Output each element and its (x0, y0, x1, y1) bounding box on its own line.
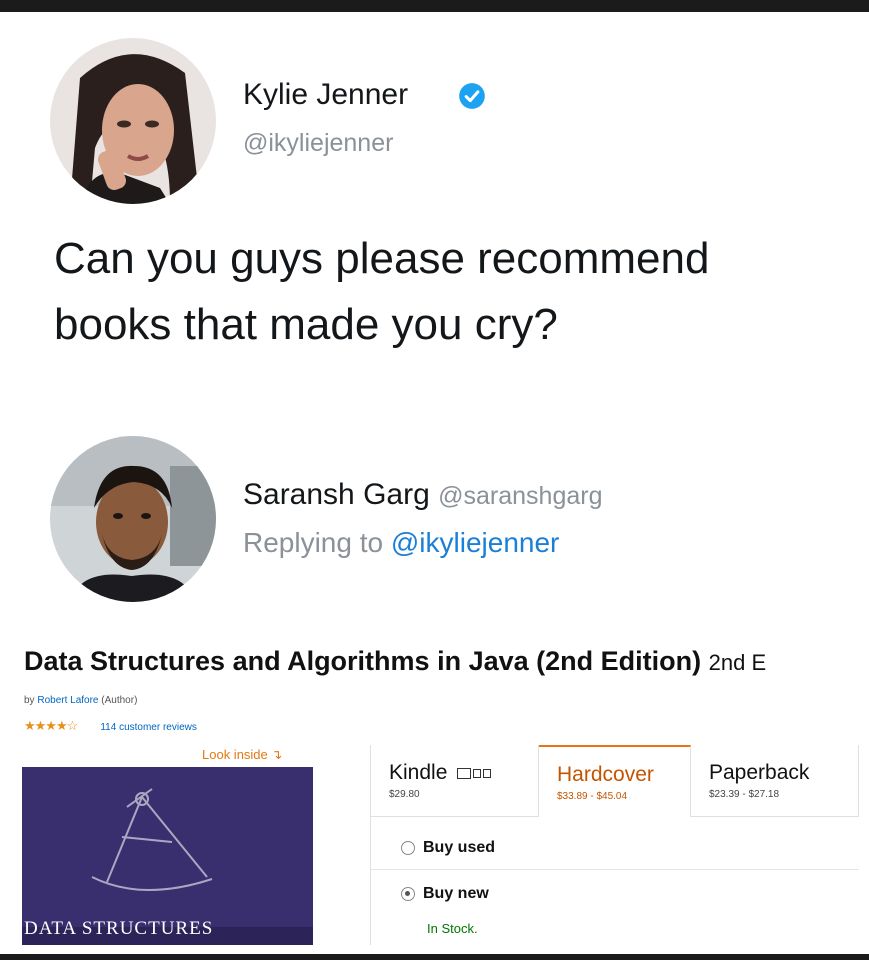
avatar-saransh[interactable] (50, 436, 216, 602)
avatar-kylie[interactable] (50, 38, 216, 204)
reply-author-name[interactable]: Saransh Garg @saranshgarg (243, 478, 602, 512)
by-label: by (24, 695, 35, 706)
tweet-author-name[interactable]: Kylie Jenner (243, 78, 408, 112)
author-role: (Author) (101, 695, 138, 706)
tweet-text: Can you guys please recommend books that… (54, 226, 854, 358)
rating-stars-icon[interactable]: ★★★★☆ (24, 718, 78, 733)
buy-used-radio[interactable] (401, 840, 415, 855)
book-cover-image[interactable]: DATA STRUCTURES (22, 767, 313, 945)
buy-options: Buy used Buy new In Stock. (371, 817, 859, 945)
product-author-link[interactable]: Robert Lafore (37, 695, 98, 706)
verified-badge-icon (459, 83, 485, 109)
rating-row: ★★★★☆ 114 customer reviews (24, 718, 197, 734)
device-icons (457, 761, 493, 785)
tweet-text-line-1: Can you guys please recommend (54, 234, 710, 283)
reply-author-handle[interactable]: @saranshgarg (438, 482, 602, 510)
look-inside-link[interactable]: Look inside ↴ (202, 747, 282, 763)
bottom-border (0, 954, 869, 960)
buy-new-radio[interactable] (401, 886, 415, 901)
format-tab-hardcover[interactable]: Hardcover $33.89 - $45.04 (539, 745, 691, 817)
format-name-kindle-text: Kindle (389, 761, 448, 784)
format-tab-paperback[interactable]: Paperback $23.39 - $27.18 (691, 745, 859, 817)
options-divider (371, 869, 859, 870)
format-name-kindle: Kindle (389, 761, 538, 785)
reviews-link[interactable]: 114 customer reviews (100, 722, 197, 733)
format-price-kindle: $29.80 (389, 789, 420, 801)
top-border (0, 0, 869, 12)
look-inside-label[interactable]: Look inside (202, 747, 268, 762)
buy-new-label[interactable]: Buy new (423, 885, 489, 902)
format-name-paperback: Paperback (709, 761, 810, 784)
down-arrow-icon: ↴ (271, 747, 283, 762)
product-edition: 2nd E (708, 650, 767, 675)
buy-used-label[interactable]: Buy used (423, 839, 495, 856)
product-title-text: Data Structures and Algorithms in Java (… (24, 646, 702, 676)
reply-author-name-text[interactable]: Saransh Garg (243, 478, 430, 511)
book-cover-title: DATA STRUCTURES (24, 918, 214, 939)
replying-to: Replying to @ikyliejenner (243, 527, 559, 559)
format-price-hardcover: $33.89 - $45.04 (557, 791, 628, 802)
format-tab-kindle[interactable]: Kindle $29.80 (371, 745, 539, 817)
replying-to-mention[interactable]: @ikyliejenner (391, 527, 560, 558)
stock-status: In Stock. (427, 921, 478, 936)
format-selector: Kindle $29.80 Hardcover $33.89 - $45.04 … (370, 745, 859, 945)
format-name-hardcover: Hardcover (557, 763, 654, 786)
replying-to-label: Replying to (243, 527, 384, 558)
buy-used-option[interactable]: Buy used (401, 839, 495, 857)
buy-new-option[interactable]: Buy new (401, 885, 489, 903)
tweet-author-handle[interactable]: @ikyliejenner (243, 129, 393, 158)
format-price-paperback: $23.39 - $27.18 (709, 789, 780, 800)
product-title: Data Structures and Algorithms in Java (… (24, 646, 766, 677)
product-byline: by Robert Lafore (Author) (24, 695, 137, 706)
tweet-text-line-2: books that made you cry? (54, 300, 558, 349)
